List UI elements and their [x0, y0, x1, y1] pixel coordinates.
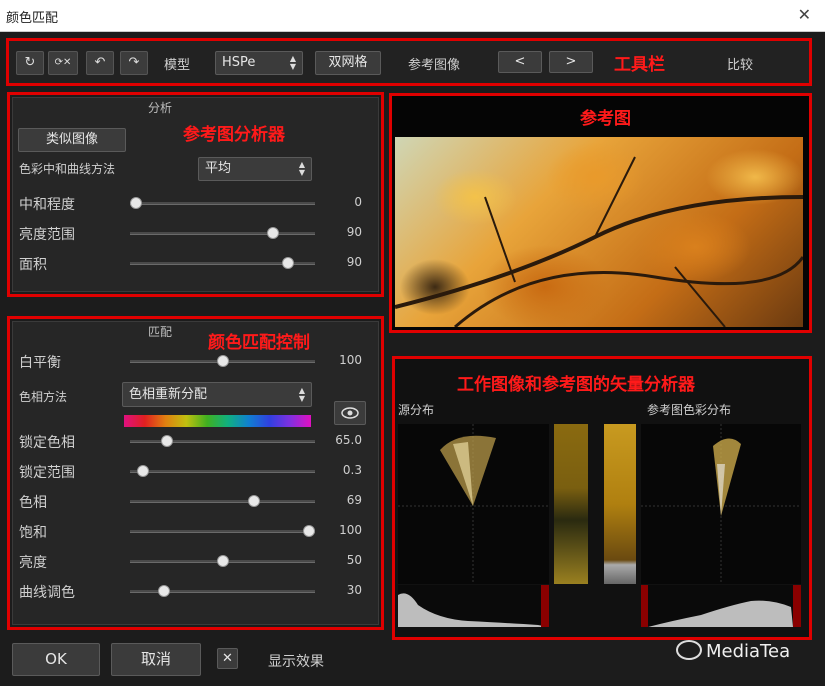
- analyzer-annotation: 参考图分析器: [183, 125, 285, 145]
- matching-slider-5-handle[interactable]: [157, 585, 170, 597]
- white-balance-handle[interactable]: [216, 355, 229, 367]
- hue-method-label: 色相方法: [19, 390, 68, 404]
- cancel-button[interactable]: 取消: [111, 643, 201, 676]
- wechat-icon: [676, 640, 702, 660]
- vectorscope-annotation: 工作图像和参考图的矢量分析器: [457, 375, 695, 395]
- white-balance-value: 100: [339, 353, 362, 367]
- window-title: 颜色匹配: [6, 11, 59, 26]
- matching-slider-4-value: 50: [346, 553, 362, 567]
- matching-slider-4-label: 亮度: [19, 555, 47, 571]
- matching-annotation: 颜色匹配控制: [208, 333, 310, 353]
- reference-distribution-label: 参考图色彩分布: [647, 403, 732, 417]
- matching-slider-0-value: 65.0: [335, 433, 362, 447]
- analysis-slider-2-label: 面积: [19, 257, 47, 273]
- compare-label[interactable]: 比较: [727, 54, 753, 73]
- method-select[interactable]: 平均 ▲ ▼: [198, 157, 312, 181]
- prev-reference-button[interactable]: <: [498, 51, 542, 73]
- matching-title: 匹配: [148, 325, 173, 339]
- similar-image-button[interactable]: 类似图像: [18, 128, 126, 152]
- analysis-slider-0-handle[interactable]: [130, 197, 142, 209]
- ok-button[interactable]: OK: [12, 643, 100, 676]
- matching-slider-4-handle[interactable]: [216, 555, 229, 567]
- source-luma-bar: [554, 424, 588, 584]
- reset-icon[interactable]: ↻: [16, 51, 44, 75]
- matching-slider-3-value: 100: [339, 523, 362, 537]
- matching-slider-0-track[interactable]: [130, 440, 315, 443]
- analysis-slider-0-value: 0: [354, 195, 362, 209]
- close-icon[interactable]: ✕: [798, 5, 811, 24]
- title-bar: 颜色匹配 ✕: [0, 0, 825, 32]
- source-distribution-label: 源分布: [398, 403, 435, 417]
- toolbar-annotation: 工具栏: [614, 55, 665, 75]
- analysis-slider-1-track[interactable]: [130, 232, 315, 235]
- matching-slider-3-track[interactable]: [130, 530, 315, 533]
- select-arrow-icon: ▲ ▼: [298, 385, 305, 403]
- model-label: 模型: [164, 58, 191, 73]
- matching-slider-1-handle[interactable]: [136, 465, 149, 477]
- show-effect-checkbox[interactable]: ✕: [217, 648, 238, 669]
- matching-slider-5-label: 曲线调色: [19, 585, 75, 601]
- eye-toggle-button[interactable]: [334, 401, 366, 425]
- matching-slider-0-label: 锁定色相: [19, 435, 75, 451]
- hue-spectrum-bar: [124, 415, 311, 427]
- analysis-slider-0-label: 中和程度: [19, 197, 75, 213]
- branch-overlay: [395, 156, 803, 327]
- reference-histogram: [641, 585, 801, 627]
- analysis-title: 分析: [148, 101, 173, 115]
- matching-slider-1-label: 锁定范围: [19, 465, 75, 481]
- analysis-slider-2-value: 90: [346, 255, 362, 269]
- matching-slider-1-value: 0.3: [342, 463, 362, 477]
- analysis-slider-0-track[interactable]: [130, 202, 315, 205]
- redo-icon[interactable]: ↷: [120, 51, 148, 75]
- swap-icon[interactable]: ⟳✕: [48, 51, 78, 75]
- matching-slider-2-track[interactable]: [130, 500, 315, 503]
- reference-annotation: 参考图: [580, 109, 631, 129]
- model-select[interactable]: HSPe ▲ ▼: [215, 51, 303, 75]
- matching-slider-3-handle[interactable]: [303, 525, 315, 537]
- matching-slider-2-value: 69: [346, 493, 362, 507]
- matching-slider-3-label: 饱和: [19, 525, 47, 541]
- analysis-slider-1-label: 亮度范围: [19, 227, 75, 243]
- matching-slider-5-value: 30: [346, 583, 362, 597]
- matching-slider-2-handle[interactable]: [247, 495, 260, 507]
- hue-method-value: 色相重新分配: [129, 387, 208, 402]
- select-arrow-icon: ▲ ▼: [289, 54, 296, 71]
- reference-vectorscope-plot: [641, 424, 801, 584]
- method-value: 平均: [205, 161, 232, 176]
- dual-grid-button[interactable]: 双网格: [315, 51, 381, 75]
- reference-image-label: 参考图像: [408, 58, 461, 73]
- next-reference-button[interactable]: >: [549, 51, 593, 73]
- watermark-text: MediaTea: [706, 641, 791, 662]
- model-value: HSPe: [222, 55, 256, 70]
- eye-icon: [341, 407, 359, 419]
- undo-icon[interactable]: ↶: [86, 51, 114, 75]
- show-effect-label[interactable]: 显示效果: [268, 651, 324, 671]
- matching-slider-1-track[interactable]: [130, 470, 315, 473]
- source-vectorscope-plot: [398, 424, 549, 584]
- source-histogram: [398, 585, 549, 627]
- white-balance-label: 白平衡: [19, 355, 61, 371]
- reference-luma-bar: [604, 424, 636, 584]
- watermark: MediaTea: [676, 640, 790, 662]
- analysis-slider-1-value: 90: [346, 225, 362, 239]
- analysis-slider-1-handle[interactable]: [266, 227, 279, 239]
- select-arrow-icon: ▲ ▼: [298, 160, 305, 177]
- method-label: 色彩中和曲线方法: [19, 162, 116, 176]
- matching-slider-2-label: 色相: [19, 495, 47, 511]
- hue-method-select[interactable]: 色相重新分配 ▲ ▼: [122, 382, 312, 407]
